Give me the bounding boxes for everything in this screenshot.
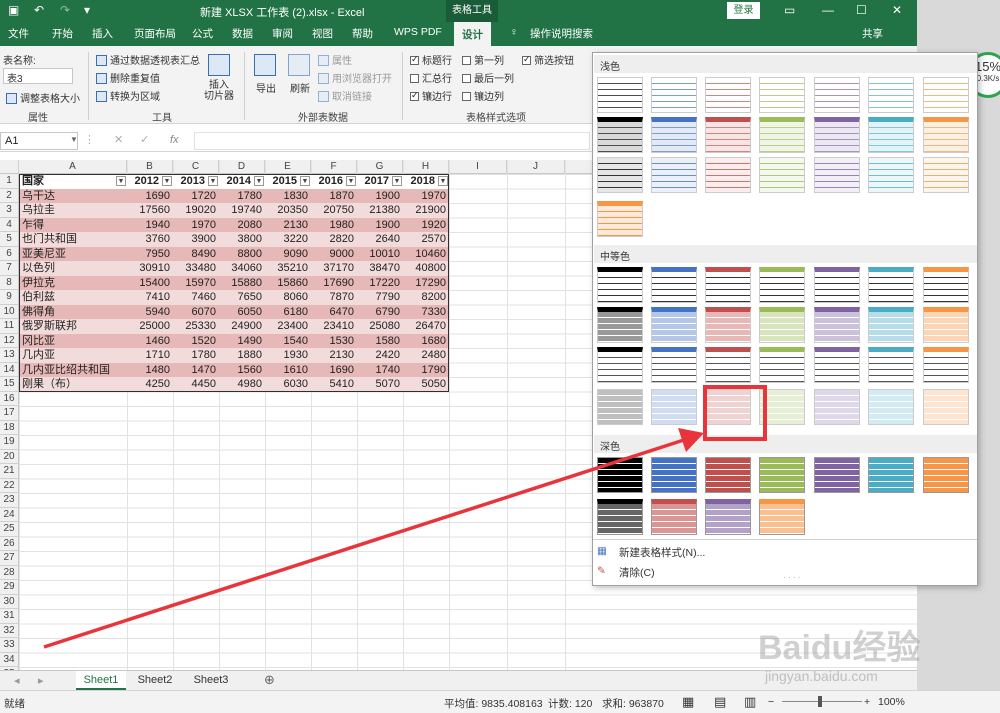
excel-window: ▣ ↶ ↷ ▾ 新建 XLSX 工作表 (2).xlsx - Excel 表格工… <box>0 0 1000 713</box>
baidu-watermark: Baidu经验 <box>758 629 921 667</box>
annotation-arrow <box>43 428 704 649</box>
baidu-watermark-url: jingyan.baidu.com <box>765 668 878 684</box>
